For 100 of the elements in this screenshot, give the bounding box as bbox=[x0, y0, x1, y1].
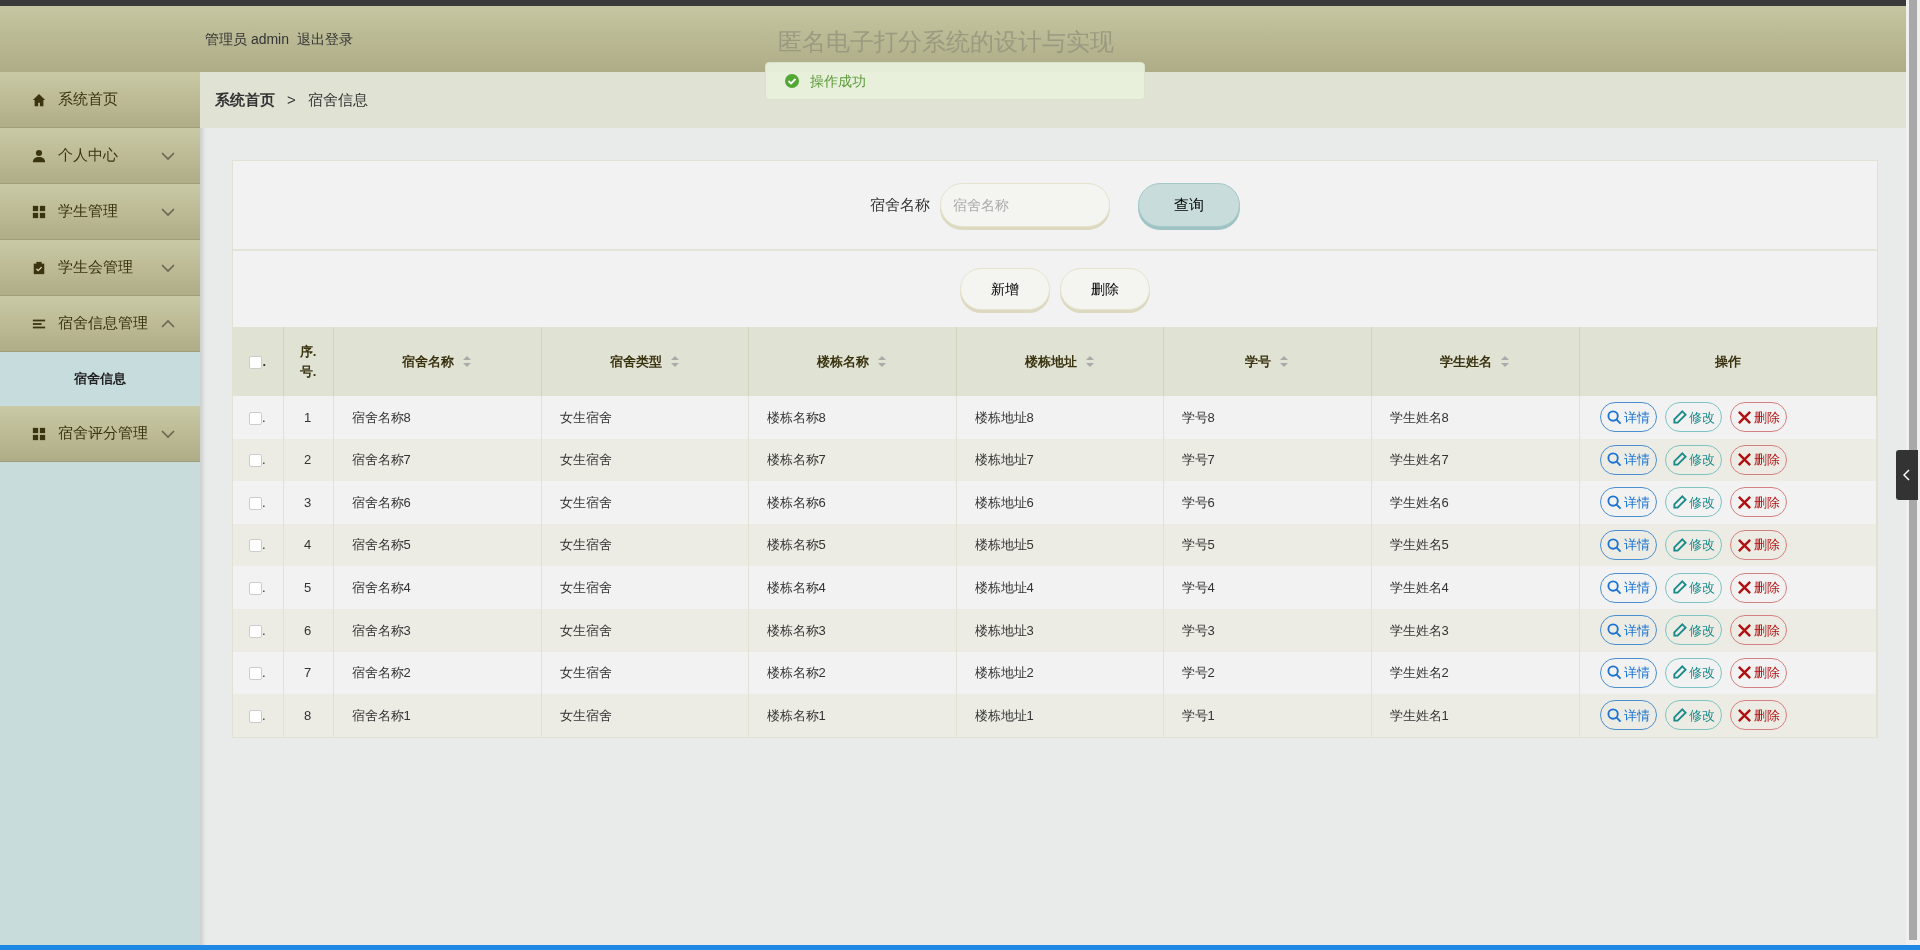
grid-icon bbox=[32, 426, 46, 441]
search-icon bbox=[1606, 495, 1622, 510]
search-label: 宿舍名称 bbox=[870, 194, 930, 215]
table-cell: 楼栋名称8 bbox=[766, 409, 826, 425]
sidebar-item[interactable]: 个人中心 bbox=[0, 128, 200, 184]
table-cell: 楼栋名称1 bbox=[766, 707, 826, 723]
breadcrumb-link[interactable]: 系统首页 bbox=[215, 88, 275, 112]
search-icon bbox=[1606, 452, 1622, 468]
sidebar-item[interactable]: 学生会管理 bbox=[0, 240, 200, 296]
table-cell: 3 bbox=[303, 494, 312, 510]
table-cell: 女生宿舍 bbox=[559, 452, 612, 468]
table-cell: 学号6 bbox=[1181, 494, 1215, 510]
column-header[interactable]: 楼栋名称 bbox=[817, 351, 887, 372]
search-icon bbox=[1606, 622, 1622, 638]
table-cell: 宿舍名称8 bbox=[351, 409, 411, 425]
table-cell: 学号7 bbox=[1181, 452, 1215, 468]
table-cell: 6 bbox=[303, 622, 312, 638]
breadcrumb-current: 宿舍信息 bbox=[307, 89, 368, 110]
sidebar-item[interactable]: 系统首页 bbox=[0, 72, 200, 128]
table-cell: 学号2 bbox=[1181, 665, 1215, 681]
column-header: 序. 号. bbox=[299, 343, 317, 381]
sidebar-item[interactable]: 宿舍信息管理 bbox=[0, 296, 200, 352]
sidebar-item[interactable]: 学生管理 bbox=[0, 184, 200, 240]
collapse-tab[interactable] bbox=[1896, 450, 1918, 500]
table-cell: 楼栋地址8 bbox=[974, 409, 1034, 425]
table-cell: 女生宿舍 bbox=[559, 622, 612, 638]
sort-icon bbox=[1279, 355, 1289, 368]
pencil-icon bbox=[1671, 707, 1687, 723]
table-cell: 2 bbox=[303, 452, 312, 468]
check-circle-icon bbox=[784, 73, 800, 89]
table-cell: 学号3 bbox=[1181, 622, 1215, 638]
grid-icon bbox=[32, 204, 46, 219]
pencil-icon bbox=[1671, 409, 1687, 425]
table-cell: 学生姓名5 bbox=[1389, 537, 1449, 553]
sort-icon bbox=[462, 355, 472, 368]
column-header: 操作 bbox=[1714, 352, 1741, 371]
table-cell: 1 bbox=[303, 409, 312, 425]
table-cell: 女生宿舍 bbox=[559, 409, 612, 425]
search-field[interactable]: 宿舍名称 bbox=[940, 183, 1110, 227]
table-cell: 楼栋地址2 bbox=[974, 665, 1034, 681]
table-cell: 学生姓名7 bbox=[1389, 452, 1449, 468]
table-cell: 学生姓名8 bbox=[1389, 409, 1449, 425]
table-cell: 楼栋名称5 bbox=[766, 537, 826, 553]
table-cell: 楼栋地址5 bbox=[974, 537, 1034, 553]
chevron-left-icon bbox=[1903, 469, 1911, 481]
column-header[interactable]: 学生姓名 bbox=[1440, 351, 1510, 372]
pencil-icon bbox=[1671, 495, 1687, 510]
table-cell: 楼栋名称3 bbox=[766, 622, 826, 638]
close-icon bbox=[1736, 452, 1752, 468]
column-header[interactable]: 学号 bbox=[1245, 351, 1289, 372]
search-icon bbox=[1606, 409, 1622, 425]
table-cell: 学号1 bbox=[1181, 707, 1215, 723]
sidebar-subitem[interactable]: 宿舍信息 bbox=[0, 352, 200, 406]
pencil-icon bbox=[1671, 452, 1687, 468]
delete-button[interactable]: 删除 bbox=[1060, 268, 1150, 310]
column-header[interactable]: 宿舍类型 bbox=[609, 351, 680, 372]
column-header[interactable]: 楼栋地址 bbox=[1024, 351, 1095, 372]
table-cell: 宿舍名称1 bbox=[351, 707, 411, 723]
table-cell: 学号8 bbox=[1181, 409, 1215, 425]
home-icon bbox=[32, 92, 46, 107]
table-cell: 楼栋名称7 bbox=[766, 452, 826, 468]
search-icon bbox=[1606, 665, 1622, 681]
table-cell: 楼栋名称2 bbox=[766, 665, 826, 681]
success-toast: 操作成功 bbox=[765, 62, 1145, 100]
table-cell: 4 bbox=[303, 537, 312, 553]
user-info: 管理员 admin bbox=[205, 29, 290, 49]
add-button[interactable]: 新增 bbox=[960, 268, 1050, 310]
query-button[interactable]: 查询 bbox=[1138, 183, 1240, 227]
pencil-icon bbox=[1671, 537, 1687, 553]
search-icon bbox=[1606, 707, 1622, 723]
sidebar-item[interactable]: 宿舍评分管理 bbox=[0, 406, 200, 462]
breadcrumb-separator: > bbox=[287, 89, 296, 110]
pencil-icon bbox=[1671, 580, 1687, 596]
table-cell: 学生姓名1 bbox=[1389, 707, 1449, 723]
table-cell: 楼栋地址3 bbox=[974, 622, 1034, 638]
table-cell: 5 bbox=[303, 579, 312, 595]
table-cell: 宿舍名称5 bbox=[351, 537, 411, 553]
sort-icon bbox=[1084, 355, 1095, 368]
table-cell: 女生宿舍 bbox=[559, 707, 612, 723]
person-icon bbox=[32, 148, 46, 163]
table-cell: 楼栋地址6 bbox=[974, 494, 1034, 510]
search-icon bbox=[1606, 580, 1622, 596]
table-cell: 楼栋名称4 bbox=[766, 579, 826, 595]
close-icon bbox=[1736, 622, 1752, 638]
table-cell: 宿舍名称7 bbox=[351, 452, 411, 468]
close-icon bbox=[1736, 665, 1752, 681]
table-cell: 宿舍名称2 bbox=[351, 665, 411, 681]
close-icon bbox=[1736, 495, 1752, 510]
table-cell: 学生姓名3 bbox=[1389, 622, 1449, 638]
search-icon bbox=[1606, 537, 1622, 553]
sort-icon bbox=[1500, 355, 1510, 368]
table-cell: 学生姓名4 bbox=[1389, 579, 1449, 595]
table-cell: 学生姓名6 bbox=[1389, 494, 1449, 510]
table-cell: 女生宿舍 bbox=[559, 579, 612, 595]
sort-icon bbox=[877, 355, 887, 368]
logout-link[interactable]: 退出登录 bbox=[297, 28, 354, 50]
table-cell: 学号5 bbox=[1181, 537, 1215, 553]
table-cell: 女生宿舍 bbox=[559, 665, 612, 681]
table-cell: 女生宿舍 bbox=[559, 494, 612, 510]
column-header[interactable]: 宿舍名称 bbox=[402, 351, 472, 372]
